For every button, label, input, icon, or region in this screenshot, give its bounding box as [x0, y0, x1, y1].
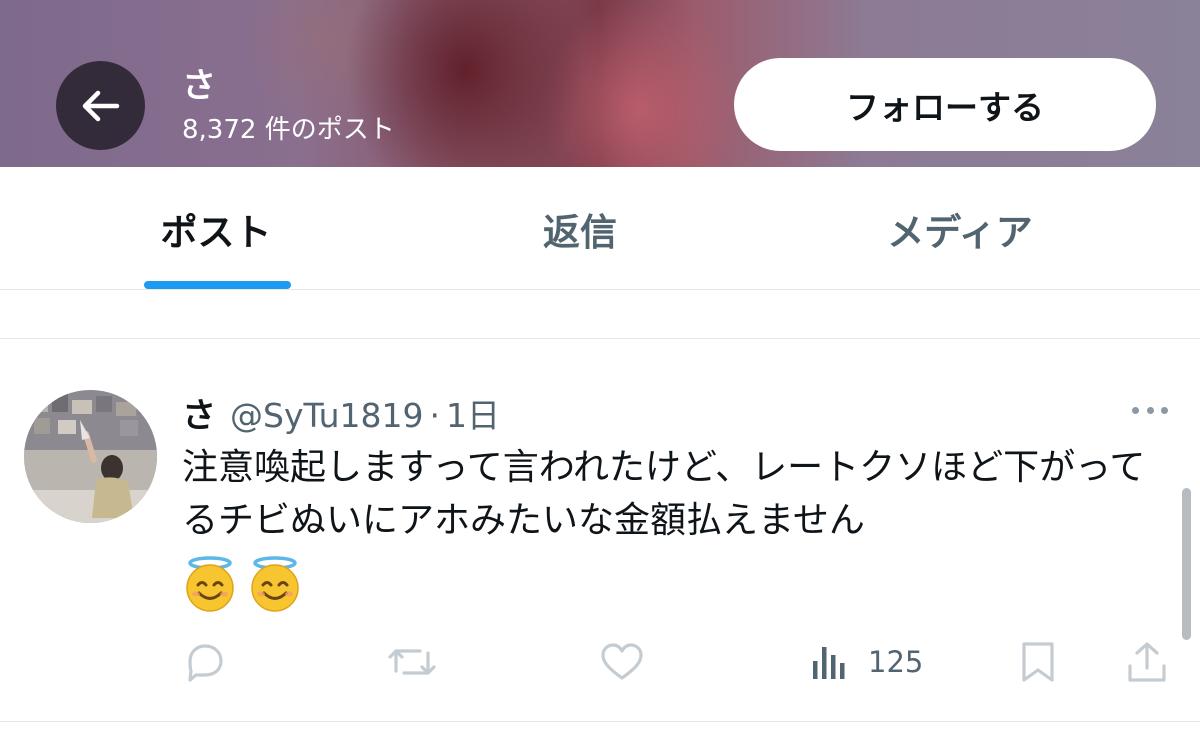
divider — [0, 338, 1200, 339]
tab-posts[interactable]: ポスト — [96, 167, 336, 290]
share-button[interactable] — [1125, 632, 1169, 692]
post-handle[interactable]: @SyTu1819 — [230, 396, 424, 435]
post-emojis — [182, 556, 303, 616]
repost-button[interactable] — [386, 632, 438, 692]
header-display-name: さ — [182, 66, 216, 106]
avatar-image — [24, 390, 157, 523]
reply-button[interactable] — [182, 632, 228, 692]
bookmark-icon — [1022, 642, 1054, 682]
post-display-name[interactable]: さ — [182, 388, 216, 437]
tab-media[interactable]: メディア — [820, 167, 1100, 290]
post-separator: · — [429, 396, 441, 435]
share-icon — [1128, 642, 1166, 682]
smiling-face-with-halo-icon — [251, 556, 299, 612]
scrollbar[interactable] — [1182, 488, 1191, 640]
profile-banner: さ 8,372 件のポスト フォローする — [0, 0, 1200, 167]
repost-icon — [388, 649, 436, 675]
post-timestamp[interactable]: 1日 — [446, 389, 500, 437]
back-button[interactable] — [56, 61, 145, 150]
avatar[interactable] — [24, 390, 157, 523]
active-tab-indicator — [144, 281, 291, 289]
views-icon — [813, 647, 845, 679]
more-icon[interactable] — [1128, 396, 1172, 424]
divider — [0, 721, 1200, 722]
post-actions: 125 — [0, 632, 1200, 692]
profile-screen: さ 8,372 件のポスト フォローする ポスト 返信 メディア さ @SyTu… — [0, 0, 1200, 755]
header-post-count: 8,372 件のポスト — [182, 115, 395, 145]
post-body: 注意喚起しますって言われたけど、レートクソほど下がってるチビぬいにアホみたいな金… — [182, 447, 1146, 541]
like-button[interactable] — [598, 632, 646, 692]
profile-tabs: ポスト 返信 メディア — [0, 167, 1200, 290]
views-button[interactable]: 125 — [810, 632, 923, 692]
reply-icon — [188, 644, 223, 682]
like-icon — [601, 643, 643, 680]
tab-replies[interactable]: 返信 — [460, 167, 700, 290]
post-header: さ @SyTu1819 · 1日 — [182, 388, 500, 436]
smiling-face-with-halo-icon — [186, 556, 234, 612]
views-count: 125 — [868, 645, 924, 679]
back-arrow-icon — [82, 90, 119, 121]
bookmark-button[interactable] — [1018, 632, 1058, 692]
follow-button[interactable]: フォローする — [734, 58, 1156, 151]
